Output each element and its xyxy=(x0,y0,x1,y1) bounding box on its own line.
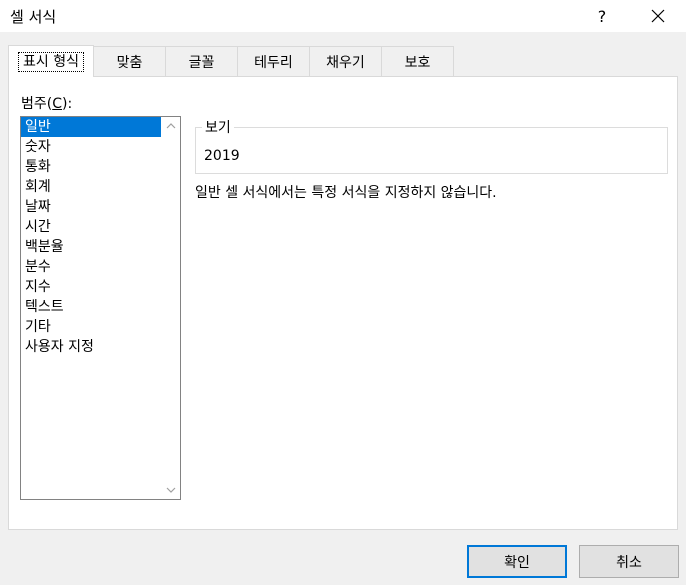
category-item-scientific[interactable]: 지수 xyxy=(21,277,161,297)
close-icon xyxy=(651,9,665,23)
help-button[interactable]: ? xyxy=(588,0,616,32)
category-item-time[interactable]: 시간 xyxy=(21,217,161,237)
category-listbox[interactable]: 일반 숫자 통화 회계 날짜 시간 백분율 분수 지수 텍스트 기타 사용자 지… xyxy=(20,116,181,500)
tab-fill[interactable]: 채우기 xyxy=(310,46,382,77)
ok-button[interactable]: 확인 xyxy=(467,545,567,578)
category-list: 일반 숫자 통화 회계 날짜 시간 백분율 분수 지수 텍스트 기타 사용자 지… xyxy=(21,117,161,357)
dialog-title: 셀 서식 xyxy=(10,8,57,26)
cancel-button[interactable]: 취소 xyxy=(579,545,679,578)
tab-label: 맞춤 xyxy=(116,55,143,71)
category-scrollbar[interactable] xyxy=(162,117,180,499)
format-description: 일반 셀 서식에서는 특정 서식을 지정하지 않습니다. xyxy=(195,185,497,201)
scroll-down-button[interactable] xyxy=(162,481,180,499)
category-item-custom[interactable]: 사용자 지정 xyxy=(21,337,161,357)
tab-label: 표시 형식 xyxy=(18,51,84,72)
category-item-special[interactable]: 기타 xyxy=(21,317,161,337)
category-item-fraction[interactable]: 분수 xyxy=(21,257,161,277)
tab-protection[interactable]: 보호 xyxy=(382,46,454,77)
tab-font[interactable]: 글꼴 xyxy=(166,46,238,77)
chevron-down-icon xyxy=(166,487,176,493)
title-bar: 셀 서식 ? xyxy=(0,0,686,32)
tab-strip: 표시 형식 맞춤 글꼴 테두리 채우기 보호 xyxy=(8,45,454,77)
tab-border[interactable]: 테두리 xyxy=(238,46,310,77)
tab-label: 글꼴 xyxy=(188,55,215,71)
preview-legend: 보기 xyxy=(202,117,234,137)
category-item-general[interactable]: 일반 xyxy=(21,117,161,137)
category-item-percentage[interactable]: 백분율 xyxy=(21,237,161,257)
chevron-up-icon xyxy=(166,123,176,129)
category-item-number[interactable]: 숫자 xyxy=(21,137,161,157)
tab-alignment[interactable]: 맞춤 xyxy=(94,46,166,77)
preview-group: 보기 2019 xyxy=(195,117,668,174)
tab-label: 보호 xyxy=(404,55,431,71)
category-item-date[interactable]: 날짜 xyxy=(21,197,161,217)
scroll-up-button[interactable] xyxy=(162,117,180,135)
category-item-text[interactable]: 텍스트 xyxy=(21,297,161,317)
tab-number-format[interactable]: 표시 형식 xyxy=(8,45,94,77)
category-item-currency[interactable]: 통화 xyxy=(21,157,161,177)
preview-value: 2019 xyxy=(204,148,240,164)
tab-panel: 범주(C): 일반 숫자 통화 회계 날짜 시간 백분율 분수 지수 텍스트 기… xyxy=(8,76,678,530)
tab-label: 채우기 xyxy=(326,55,365,71)
category-label: 범주(C): xyxy=(21,96,73,112)
category-item-accounting[interactable]: 회계 xyxy=(21,177,161,197)
tab-label: 테두리 xyxy=(254,55,293,71)
close-button[interactable] xyxy=(638,0,678,32)
